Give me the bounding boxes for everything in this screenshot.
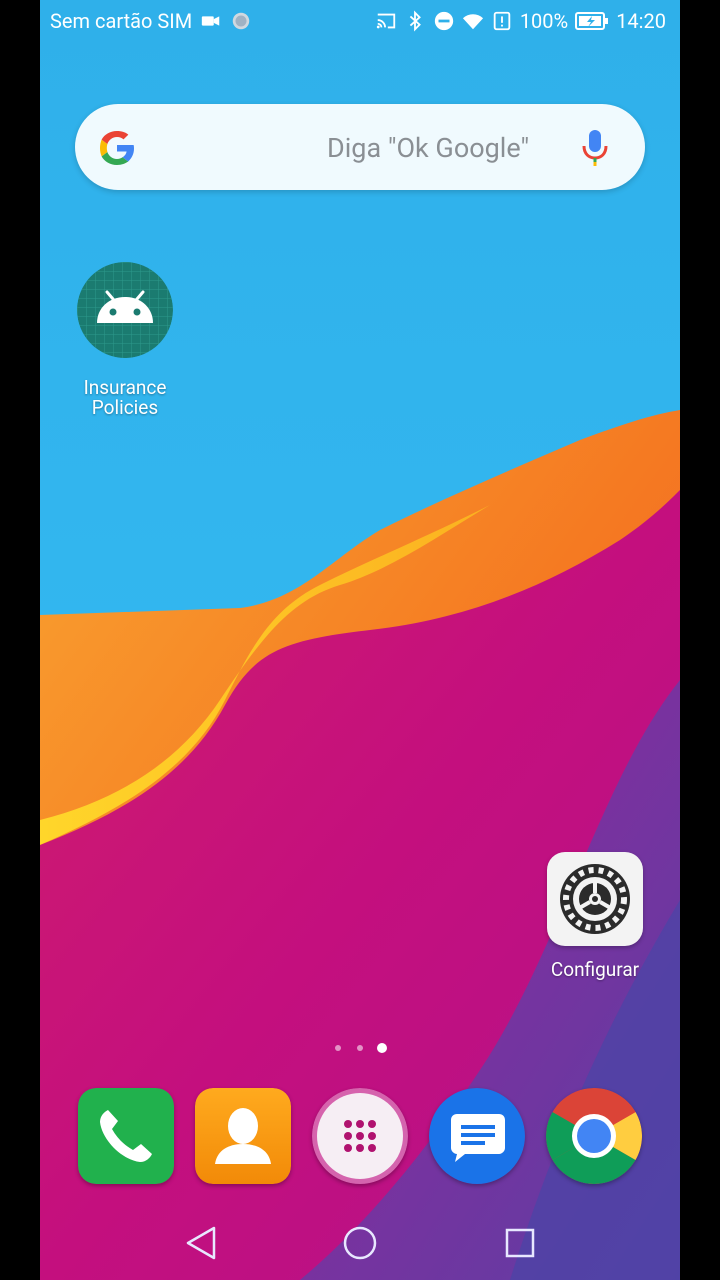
wifi-icon <box>462 14 483 30</box>
dock-chrome[interactable] <box>545 1088 643 1184</box>
search-hint: Diga "Ok Google" <box>327 132 530 164</box>
microphone-icon[interactable] <box>580 128 610 170</box>
app-label-line2: Policies <box>91 396 159 419</box>
dock-phone[interactable] <box>78 1088 174 1184</box>
carrier-text: Sem cartão SIM <box>50 9 193 33</box>
app-label: Configurar <box>550 958 640 981</box>
dock-contacts[interactable] <box>195 1088 291 1184</box>
phone-icon <box>78 1088 174 1184</box>
battery-charging-icon <box>575 12 609 30</box>
video-camera-icon <box>202 16 220 26</box>
android-robot-icon <box>77 262 173 358</box>
messages-icon <box>429 1088 525 1184</box>
app-insurance-policies[interactable]: Insurance Policies <box>70 262 180 418</box>
alert-icon <box>493 11 511 31</box>
contacts-icon <box>195 1088 291 1184</box>
sync-circle-icon <box>232 12 250 30</box>
dock-messages[interactable] <box>429 1088 525 1184</box>
app-label-line1: Insurance <box>83 376 167 399</box>
chrome-icon <box>545 1088 643 1184</box>
app-drawer-icon <box>312 1088 408 1184</box>
dock-app-drawer[interactable] <box>312 1088 408 1184</box>
recents-button[interactable] <box>490 1210 550 1276</box>
app-configurar[interactable]: Configurar <box>540 852 650 980</box>
status-bar: Sem cartão SIM 100% 14:20 <box>40 0 680 44</box>
home-button[interactable] <box>330 1210 390 1276</box>
bluetooth-icon <box>409 10 421 32</box>
back-button[interactable] <box>170 1210 230 1276</box>
battery-percent: 100% <box>519 9 569 33</box>
cast-icon <box>376 13 395 29</box>
page-indicator <box>335 1043 387 1053</box>
do-not-disturb-icon <box>434 11 453 31</box>
gear-icon <box>560 864 630 934</box>
home-screen: Sem cartão SIM 100% 14:20 Diga "Ok Googl… <box>40 0 680 1280</box>
clock: 14:20 <box>616 9 666 33</box>
google-search-bar[interactable]: Diga "Ok Google" <box>75 104 645 190</box>
settings-app-tile <box>547 852 643 946</box>
google-logo-icon <box>100 131 134 165</box>
